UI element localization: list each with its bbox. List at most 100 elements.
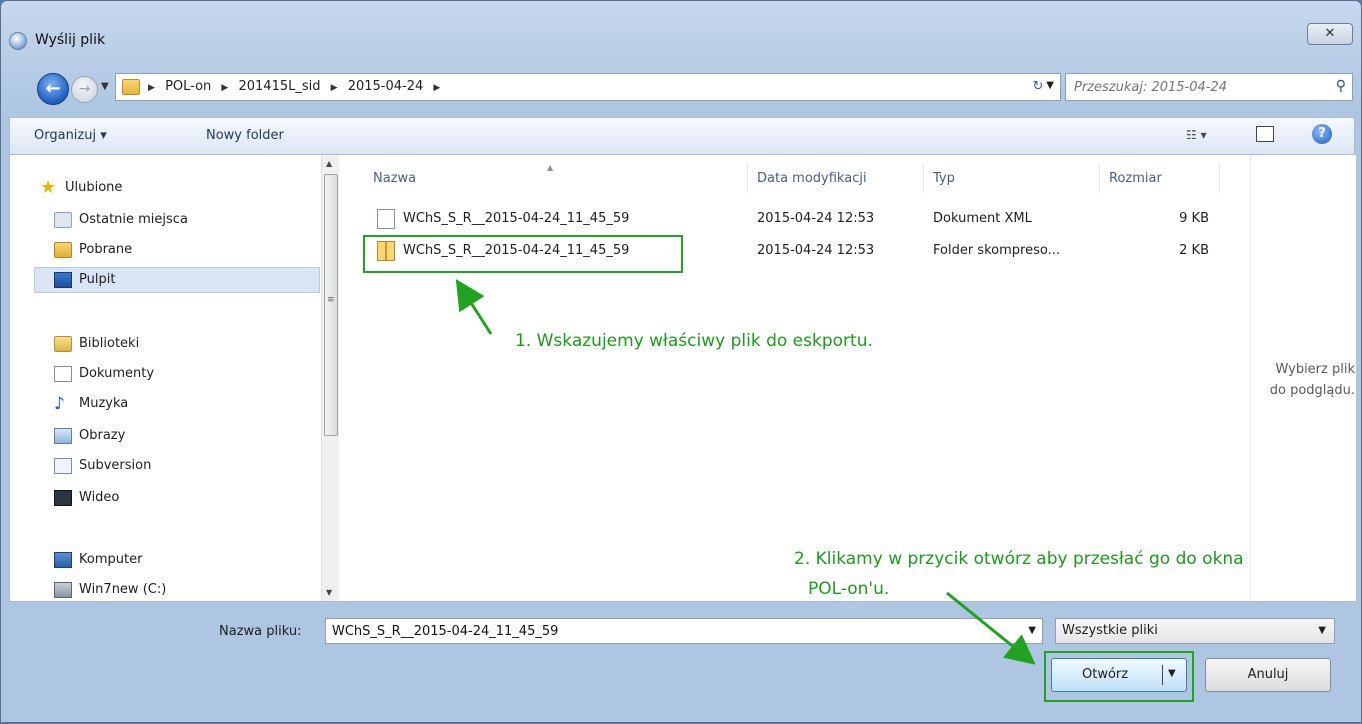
file-type-filter-value: Wszystkie pliki [1062, 623, 1158, 638]
nav-item-pictures[interactable]: Obrazy [54, 425, 314, 449]
file-type: Folder skompreso... [933, 243, 1060, 258]
search-icon[interactable]: ⚲ [1336, 78, 1346, 94]
preview-pane-icon[interactable] [1256, 126, 1274, 142]
nav-libraries[interactable]: Biblioteki [54, 333, 314, 357]
chevron-right-icon[interactable]: ▶ [221, 83, 228, 93]
filename-label: Nazwa pliku: [219, 624, 302, 639]
help-icon[interactable]: ? [1312, 124, 1332, 144]
column-header-type[interactable]: Typ [933, 171, 955, 186]
pictures-icon [54, 428, 72, 444]
file-size: 2 KB [1179, 243, 1209, 258]
step1-annotation: 1. Wskazujemy właściwy plik do eskportu. [515, 331, 873, 351]
nav-item-videos[interactable]: Wideo [54, 487, 314, 511]
search-input[interactable] [1072, 78, 1322, 96]
nav-item-drive-c[interactable]: Win7new (C:) [54, 579, 314, 603]
back-arrow-icon: ← [45, 78, 61, 99]
file-row[interactable]: WChS_S_R__2015-04-24_11_45_59 2015-04-24… [343, 239, 1223, 263]
nav-label: Obrazy [79, 428, 126, 443]
sort-ascending-icon: ▲ [547, 163, 554, 172]
column-divider[interactable] [747, 163, 748, 193]
navigation-scrollbar[interactable]: ▲ ≡ ▼ [321, 155, 339, 601]
chevron-down-icon[interactable]: ▼ [1028, 625, 1036, 636]
breadcrumb-item[interactable]: 201415L_sid [238, 79, 320, 94]
scroll-up-icon[interactable]: ▲ [326, 159, 332, 168]
recent-locations-dropdown[interactable]: ▼ [101, 81, 109, 92]
scrollbar-thumb[interactable] [324, 174, 338, 436]
command-toolbar: Organizuj ▾ Nowy folder ☷ ▾ ? [9, 117, 1355, 155]
scroll-grip-icon: ≡ [327, 295, 335, 305]
file-type: Dokument XML [933, 211, 1032, 226]
nav-label: Ostatnie miejsca [79, 212, 188, 227]
file-date: 2015-04-24 12:53 [757, 211, 875, 226]
column-header-size[interactable]: Rozmiar [1109, 171, 1162, 186]
navigation-pane: ★ Ulubione Ostatnie miejsca Pobrane Pulp… [10, 155, 342, 601]
address-bar[interactable]: ▶ POL-on ▶ 201415L_sid ▶ 2015-04-24 ▶ ▼ [115, 73, 1061, 101]
refresh-button[interactable]: ↻ [1027, 76, 1049, 98]
file-row[interactable]: WChS_S_R__2015-04-24_11_45_59 2015-04-24… [343, 207, 1223, 231]
nav-item-documents[interactable]: Dokumenty [54, 363, 314, 387]
nav-favorites[interactable]: ★ Ulubione [40, 177, 300, 201]
xml-file-icon [377, 209, 395, 229]
star-icon: ★ [40, 177, 57, 198]
file-name: WChS_S_R__2015-04-24_11_45_59 [403, 243, 630, 258]
column-header-name[interactable]: Nazwa [373, 171, 416, 186]
open-button-label: Otwórz [1082, 667, 1129, 682]
close-button[interactable]: ✕ [1307, 23, 1353, 45]
nav-label: Pulpit [79, 272, 116, 287]
breadcrumb-item[interactable]: 2015-04-24 [348, 79, 424, 94]
nav-item-music[interactable]: ♪ Muzyka [54, 393, 314, 417]
forward-button[interactable]: → [71, 76, 98, 103]
preview-message: Wybierz plik do podglądu. [1251, 359, 1357, 401]
breadcrumb-item[interactable]: POL-on [165, 79, 211, 94]
drive-icon [54, 582, 72, 598]
step2-annotation-line2: POL-on'u. [808, 579, 890, 599]
preview-pane: Wybierz plik do podglądu. [1250, 155, 1356, 601]
organize-menu-button[interactable]: Organizuj ▾ [34, 128, 107, 143]
column-divider[interactable] [1099, 163, 1100, 193]
split-divider [1162, 665, 1163, 685]
preview-line: Wybierz plik [1275, 362, 1356, 377]
new-folder-button[interactable]: Nowy folder [206, 128, 284, 143]
recent-places-icon [54, 212, 72, 228]
chevron-down-icon[interactable]: ▼ [1318, 625, 1326, 636]
forward-arrow-icon: → [78, 81, 91, 97]
app-icon [9, 32, 27, 50]
filename-combobox[interactable]: ▼ [325, 618, 1043, 644]
nav-label: Pobrane [79, 242, 133, 257]
file-type-filter[interactable]: Wszystkie pliki ▼ [1055, 618, 1335, 644]
downloads-folder-icon [54, 242, 72, 258]
column-divider[interactable] [1219, 163, 1220, 193]
window-title: Wyślij plik [35, 32, 106, 48]
file-size: 9 KB [1179, 211, 1209, 226]
open-button[interactable]: Otwórz ▼ [1051, 658, 1187, 692]
music-note-icon: ♪ [54, 394, 65, 414]
scroll-down-icon[interactable]: ▼ [326, 588, 332, 597]
chevron-right-icon[interactable]: ▶ [433, 83, 440, 93]
nav-item-recent-places[interactable]: Ostatnie miejsca [54, 209, 314, 233]
folder-icon [122, 79, 140, 95]
preview-line: do podglądu. [1269, 383, 1355, 398]
column-header-date[interactable]: Data modyfikacji [757, 171, 867, 186]
breadcrumb: ▶ POL-on ▶ 201415L_sid ▶ 2015-04-24 ▶ [148, 79, 446, 94]
view-options-icon[interactable]: ☷ ▾ [1186, 128, 1207, 142]
zip-folder-icon [377, 241, 395, 261]
video-icon [54, 490, 72, 506]
filename-input[interactable] [330, 622, 1010, 640]
cancel-button[interactable]: Anuluj [1205, 658, 1331, 692]
nav-item-desktop[interactable]: Pulpit [34, 267, 320, 293]
nav-label: Komputer [79, 552, 143, 567]
nav-label: Wideo [79, 490, 120, 505]
libraries-icon [54, 336, 72, 352]
chevron-right-icon[interactable]: ▶ [148, 83, 155, 93]
file-list: ▲ Nazwa Data modyfikacji Typ Rozmiar WCh… [343, 155, 1249, 601]
nav-label: Dokumenty [79, 366, 155, 381]
column-divider[interactable] [923, 163, 924, 193]
nav-item-subversion[interactable]: Subversion [54, 455, 314, 479]
nav-item-downloads[interactable]: Pobrane [54, 239, 314, 263]
back-button[interactable]: ← [37, 73, 69, 105]
chevron-down-icon[interactable]: ▼ [1168, 668, 1176, 679]
search-box[interactable]: ⚲ [1065, 73, 1353, 101]
open-file-dialog: Wyślij plik ✕ ← → ▼ ▶ POL-on ▶ 201415L_s… [0, 0, 1362, 723]
chevron-right-icon[interactable]: ▶ [331, 83, 338, 93]
nav-computer[interactable]: Komputer [54, 549, 314, 573]
